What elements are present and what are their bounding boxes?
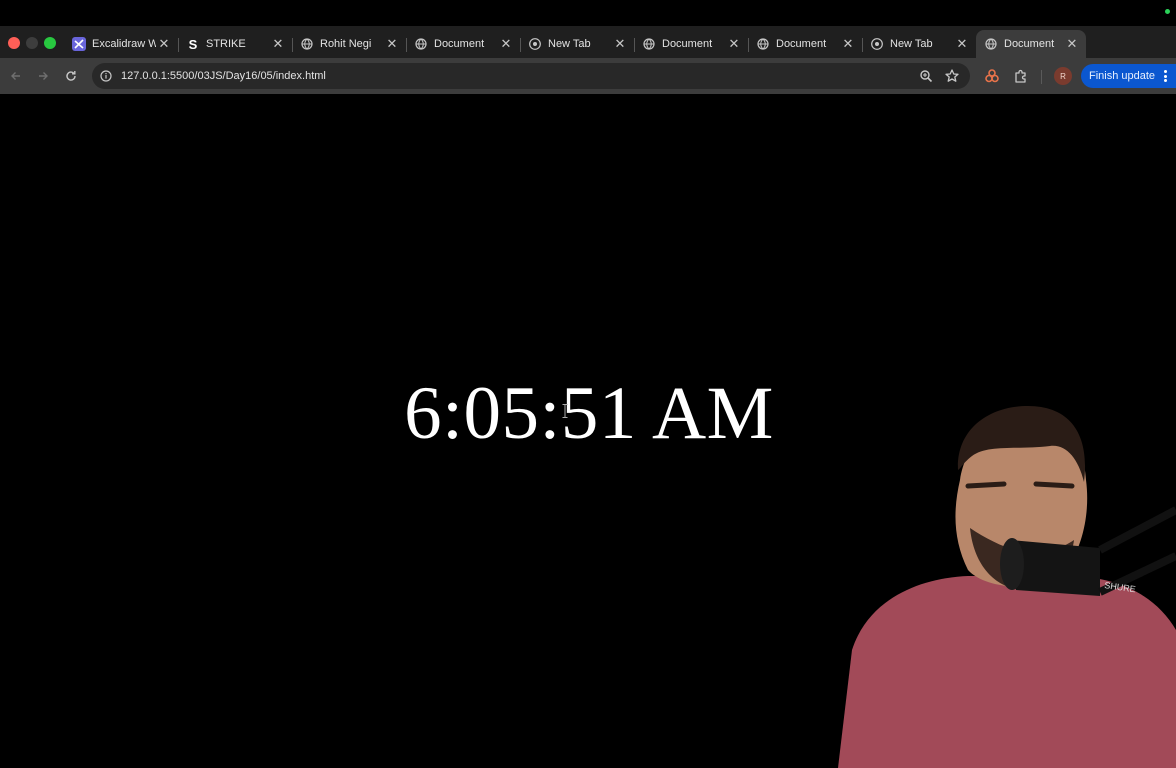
tab-document-1[interactable]: Document ✕	[406, 30, 521, 58]
bookmark-star-icon[interactable]	[944, 68, 960, 84]
close-tab-icon[interactable]: ✕	[840, 36, 856, 52]
tab-title: Rohit Negi	[320, 38, 372, 50]
tab-document-2[interactable]: Document ✕	[634, 30, 749, 58]
url-text: 127.0.0.1:5500/03JS/Day16/05/index.html	[121, 70, 326, 82]
globe-icon	[414, 37, 428, 51]
chrome-icon	[870, 37, 884, 51]
tab-document-3[interactable]: Document ✕	[748, 30, 863, 58]
recording-indicator-dot	[1165, 9, 1170, 14]
globe-icon	[300, 37, 314, 51]
svg-text:S: S	[189, 37, 198, 51]
tab-title: Document	[434, 38, 485, 50]
close-tab-icon[interactable]: ✕	[498, 36, 514, 52]
text-cursor-icon	[562, 404, 568, 418]
tab-rohit-negi[interactable]: Rohit Negi ✕	[292, 30, 407, 58]
zoom-icon[interactable]	[918, 68, 934, 84]
fullscreen-window-button[interactable]	[44, 37, 56, 49]
close-window-button[interactable]	[8, 37, 20, 49]
toolbar-separator	[1041, 70, 1042, 84]
browser-toolbar: 127.0.0.1:5500/03JS/Day16/05/index.html	[0, 58, 1176, 94]
close-tab-icon[interactable]: ✕	[954, 36, 970, 52]
tab-strike[interactable]: S STRIKE ✕	[178, 30, 293, 58]
address-bar[interactable]: 127.0.0.1:5500/03JS/Day16/05/index.html	[92, 63, 970, 89]
forward-button[interactable]	[33, 66, 53, 86]
globe-icon	[756, 37, 770, 51]
finish-update-label: Finish update	[1089, 70, 1156, 82]
reload-icon	[66, 71, 76, 81]
minimize-window-button[interactable]	[26, 37, 38, 49]
close-tab-icon[interactable]: ✕	[384, 36, 400, 52]
excalidraw-icon	[72, 37, 86, 51]
extension-icon[interactable]	[982, 66, 1002, 86]
tab-title: Document	[1004, 38, 1055, 50]
close-tab-icon[interactable]: ✕	[612, 36, 628, 52]
globe-icon	[984, 37, 998, 51]
tab-new-tab-2[interactable]: New Tab ✕	[862, 30, 976, 58]
close-tab-icon[interactable]: ✕	[726, 36, 742, 52]
finish-update-button[interactable]: Finish update	[1081, 64, 1176, 88]
tab-title: Excalidraw W	[92, 38, 156, 50]
profile-avatar[interactable]: R	[1054, 67, 1072, 85]
extensions-puzzle-icon[interactable]	[1011, 66, 1031, 86]
arrow-right-icon	[39, 72, 48, 80]
close-tab-icon[interactable]: ✕	[156, 36, 172, 52]
tab-excalidraw[interactable]: Excalidraw W ✕	[64, 30, 179, 58]
globe-icon	[642, 37, 656, 51]
chrome-icon	[528, 37, 542, 51]
tab-new-tab-1[interactable]: New Tab ✕	[520, 30, 635, 58]
site-info-icon[interactable]	[98, 68, 114, 84]
webcam-presenter-image: SHURE	[838, 406, 1176, 768]
more-menu-icon[interactable]	[1164, 70, 1167, 84]
tab-bar: Excalidraw W ✕ S STRIKE ✕ Rohit Negi ✕ D…	[0, 26, 1176, 78]
screen-top-strip	[0, 0, 1176, 26]
arrow-left-icon	[11, 72, 20, 80]
tab-title: Document	[662, 38, 713, 50]
tab-document-active[interactable]: Document ✕	[976, 30, 1086, 58]
back-button[interactable]	[6, 66, 26, 86]
close-tab-icon[interactable]: ✕	[270, 36, 286, 52]
tab-title: STRIKE	[206, 38, 246, 50]
close-tab-icon[interactable]: ✕	[1064, 36, 1080, 52]
tab-title: New Tab	[890, 38, 933, 50]
reload-button[interactable]	[61, 66, 81, 86]
strike-icon: S	[186, 37, 200, 51]
tab-title: Document	[776, 38, 827, 50]
tab-title: New Tab	[548, 38, 591, 50]
